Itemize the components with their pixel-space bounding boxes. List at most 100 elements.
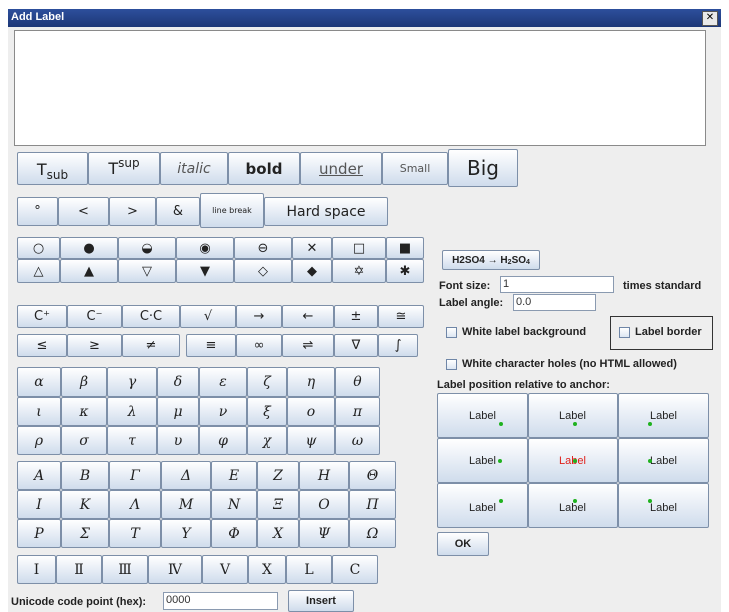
delta-button[interactable]: δ (157, 367, 199, 397)
capital-omega-button[interactable]: Ω (349, 519, 396, 548)
capital-upsilon-button[interactable]: Y (161, 519, 211, 548)
position-bottom-left[interactable]: Label (437, 483, 528, 528)
capital-beta-button[interactable]: B (61, 461, 109, 490)
open-diamond-button[interactable]: ◇ (234, 259, 292, 283)
insert-button[interactable]: Insert (288, 590, 354, 612)
label-angle-input[interactable]: 0.0 (513, 294, 596, 311)
psi-button[interactable]: ψ (287, 426, 335, 455)
c-minus-button[interactable]: C⁻ (67, 305, 122, 328)
capital-chi-button[interactable]: X (257, 519, 299, 548)
roman-4-button[interactable]: Ⅳ (148, 555, 202, 584)
degree-button[interactable]: ° (17, 197, 58, 226)
dotted-circle-button[interactable]: ◉ (176, 237, 234, 259)
ok-button[interactable]: OK (437, 532, 489, 556)
capital-epsilon-button[interactable]: E (211, 461, 257, 490)
asterisk-star-button[interactable]: ✱ (386, 259, 424, 283)
lambda-button[interactable]: λ (107, 397, 157, 426)
position-middle-left[interactable]: Label (437, 438, 528, 483)
sigma-button[interactable]: σ (61, 426, 107, 455)
xi-button[interactable]: ξ (247, 397, 287, 426)
font-size-input[interactable]: 1 (500, 276, 614, 293)
iota-button[interactable]: ι (17, 397, 61, 426)
right-arrow-button[interactable]: → (236, 305, 282, 328)
left-arrow-button[interactable]: ← (282, 305, 334, 328)
roman-5-button[interactable]: V (202, 555, 248, 584)
label-text-area[interactable] (14, 30, 706, 146)
ampersand-button[interactable]: & (156, 197, 200, 226)
char-holes-checkbox[interactable] (446, 359, 457, 370)
beta-button[interactable]: β (61, 367, 107, 397)
roman-3-button[interactable]: Ⅲ (102, 555, 148, 584)
eta-button[interactable]: η (287, 367, 335, 397)
small-button[interactable]: Small (382, 152, 448, 185)
c-plus-button[interactable]: C⁺ (17, 305, 67, 328)
omega-button[interactable]: ω (335, 426, 380, 455)
omicron-button[interactable]: ο (287, 397, 335, 426)
not-equal-button[interactable]: ≠ (122, 334, 180, 357)
position-bottom-center[interactable]: Label (528, 483, 618, 528)
filled-circle-button[interactable]: ● (60, 237, 118, 259)
white-bg-checkbox[interactable] (446, 327, 457, 338)
rho-button[interactable]: ρ (17, 426, 61, 455)
epsilon-button[interactable]: ε (199, 367, 247, 397)
capital-iota-button[interactable]: I (17, 490, 61, 519)
capital-psi-button[interactable]: Ψ (299, 519, 349, 548)
position-top-right[interactable]: Label (618, 393, 709, 438)
cross-button[interactable]: ✕ (292, 237, 332, 259)
position-middle-right[interactable]: Label (618, 438, 709, 483)
capital-mu-button[interactable]: M (161, 490, 211, 519)
unicode-input[interactable]: 0000 (163, 592, 278, 610)
approx-equal-button[interactable]: ≅ (378, 305, 424, 328)
open-triangle-button[interactable]: △ (17, 259, 60, 283)
alpha-button[interactable]: α (17, 367, 61, 397)
infinity-button[interactable]: ∞ (236, 334, 282, 357)
capital-sigma-button[interactable]: Σ (61, 519, 109, 548)
plus-minus-button[interactable]: ± (334, 305, 378, 328)
tsup-button[interactable]: Tsup (88, 152, 160, 185)
formula-format-button[interactable]: H2SO4 → H 2 SO 4 (442, 250, 540, 270)
capital-delta-button[interactable]: Δ (161, 461, 211, 490)
less-equal-button[interactable]: ≤ (17, 334, 67, 357)
phi-button[interactable]: φ (199, 426, 247, 455)
underline-button[interactable]: under (300, 152, 382, 185)
capital-theta-button[interactable]: Θ (349, 461, 396, 490)
roman-2-button[interactable]: Ⅱ (56, 555, 102, 584)
filled-triangle-button[interactable]: ▲ (60, 259, 118, 283)
gamma-button[interactable]: γ (107, 367, 157, 397)
c-dot-c-button[interactable]: C·C (122, 305, 180, 328)
kappa-button[interactable]: κ (61, 397, 107, 426)
tau-button[interactable]: τ (107, 426, 157, 455)
filled-square-button[interactable]: ■ (386, 237, 424, 259)
integral-button[interactable]: ∫ (378, 334, 418, 357)
capital-kappa-button[interactable]: K (61, 490, 109, 519)
capital-eta-button[interactable]: H (299, 461, 349, 490)
italic-button[interactable]: italic (160, 152, 228, 185)
capital-tau-button[interactable]: T (109, 519, 161, 548)
label-border-checkbox[interactable] (619, 327, 630, 338)
greater-equal-button[interactable]: ≥ (67, 334, 122, 357)
mu-button[interactable]: μ (157, 397, 199, 426)
close-button[interactable]: ✕ (702, 11, 718, 26)
open-circle-button[interactable]: ○ (17, 237, 60, 259)
chi-button[interactable]: χ (247, 426, 287, 455)
capital-omicron-button[interactable]: O (299, 490, 349, 519)
capital-lambda-button[interactable]: Λ (109, 490, 161, 519)
line-break-button[interactable]: line break (200, 193, 264, 228)
roman-1-button[interactable]: I (17, 555, 56, 584)
position-top-center[interactable]: Label (528, 393, 618, 438)
equilibrium-button[interactable]: ⇌ (282, 334, 334, 357)
capital-rho-button[interactable]: P (17, 519, 61, 548)
zeta-button[interactable]: ζ (247, 367, 287, 397)
filled-down-triangle-button[interactable]: ▼ (176, 259, 234, 283)
capital-gamma-button[interactable]: Γ (109, 461, 161, 490)
big-button[interactable]: Big (448, 149, 518, 187)
tsub-button[interactable]: Tsub (17, 152, 88, 185)
theta-button[interactable]: θ (335, 367, 380, 397)
bold-button[interactable]: bold (228, 152, 300, 185)
sqrt-button[interactable]: √ (180, 305, 236, 328)
upsilon-button[interactable]: υ (157, 426, 199, 455)
capital-zeta-button[interactable]: Z (257, 461, 299, 490)
position-bottom-right[interactable]: Label (618, 483, 709, 528)
nu-button[interactable]: ν (199, 397, 247, 426)
pi-button[interactable]: π (335, 397, 380, 426)
